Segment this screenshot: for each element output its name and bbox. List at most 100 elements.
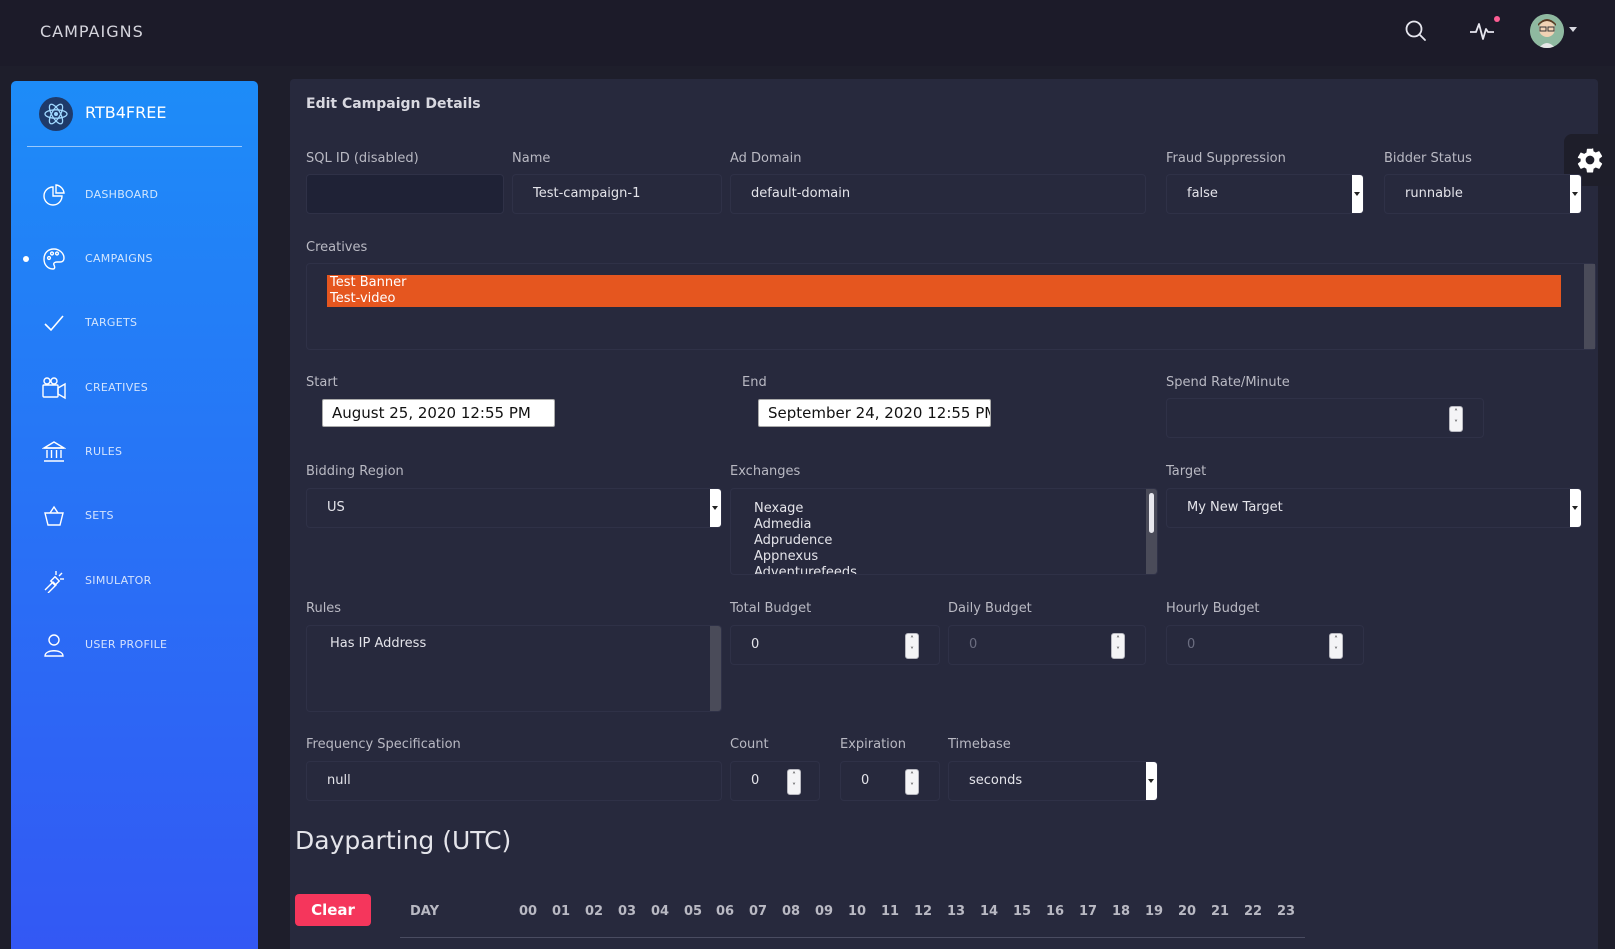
target-select[interactable]: My New Target xyxy=(1166,488,1582,528)
sidebar-item-label: RULES xyxy=(85,445,123,458)
expiration-input[interactable]: 0 ˄ ˅ xyxy=(840,761,940,801)
exchanges-multiselect[interactable]: Nexage Admedia Adprudence Appnexus Adven… xyxy=(730,488,1158,575)
bidding-region-value: US xyxy=(327,500,345,515)
hourly-budget-input[interactable]: 0 ˄ ˅ xyxy=(1166,625,1364,665)
hour-header: 11 xyxy=(881,904,900,919)
chevron-down-icon xyxy=(1146,762,1157,800)
palette-icon xyxy=(41,246,67,272)
sidebar-brand: RTB4FREE xyxy=(85,103,167,122)
exchange-option[interactable]: Appnexus xyxy=(754,549,1157,565)
hour-header: 04 xyxy=(651,904,670,919)
sidebar-item-targets[interactable]: TARGETS xyxy=(11,303,258,343)
clear-button[interactable]: Clear xyxy=(295,894,371,926)
name-field[interactable]: Test-campaign-1 xyxy=(512,174,722,214)
rules-multiselect[interactable]: Has IP Address xyxy=(306,625,722,712)
number-stepper[interactable]: ˄ ˅ xyxy=(905,769,919,795)
sql-id-field xyxy=(306,174,504,214)
chevron-down-icon[interactable] xyxy=(1569,27,1577,32)
daily-budget-placeholder: 0 xyxy=(969,637,978,652)
ad-domain-field[interactable]: default-domain xyxy=(730,174,1146,214)
exchange-option[interactable]: Admedia xyxy=(754,517,1157,533)
basket-icon xyxy=(41,503,67,529)
hour-header: 15 xyxy=(1013,904,1032,919)
pie-chart-icon xyxy=(41,182,67,208)
rule-option[interactable]: Has IP Address xyxy=(330,636,721,652)
fraud-suppression-label: Fraud Suppression xyxy=(1166,151,1286,166)
frequency-input[interactable]: null xyxy=(306,761,722,801)
hour-header: 05 xyxy=(684,904,703,919)
scrollbar[interactable] xyxy=(1584,264,1595,349)
sidebar-item-sets[interactable]: SETS xyxy=(11,496,258,536)
bidder-status-select[interactable]: runnable xyxy=(1384,174,1582,214)
total-budget-value: 0 xyxy=(751,637,760,652)
sidebar-item-rules[interactable]: RULES xyxy=(11,432,258,472)
hour-header: 09 xyxy=(815,904,834,919)
number-stepper[interactable]: ˄ ˅ xyxy=(1449,406,1463,432)
hour-header: 07 xyxy=(749,904,768,919)
count-input[interactable]: 0 ˄ ˅ xyxy=(730,761,820,801)
hour-header: 18 xyxy=(1112,904,1131,919)
timebase-value: seconds xyxy=(969,773,1023,788)
creative-option[interactable]: Test Banner xyxy=(327,275,1561,291)
bidding-region-label: Bidding Region xyxy=(306,464,404,479)
number-stepper[interactable]: ˄ ˅ xyxy=(787,769,801,795)
sidebar-item-campaigns[interactable]: CAMPAIGNS xyxy=(11,239,258,279)
creatives-selection: Test Banner Test-video xyxy=(327,275,1561,307)
chevron-down-icon xyxy=(1352,175,1363,213)
hour-header: 20 xyxy=(1178,904,1197,919)
bidder-status-value: runnable xyxy=(1405,186,1463,201)
creatives-label: Creatives xyxy=(306,240,368,255)
hour-header: 10 xyxy=(848,904,867,919)
daily-budget-input[interactable]: 0 ˄ ˅ xyxy=(948,625,1146,665)
ad-domain-label: Ad Domain xyxy=(730,151,802,166)
exchange-option[interactable]: Adventurefeeds xyxy=(754,565,1157,574)
total-budget-input[interactable]: 0 ˄ ˅ xyxy=(730,625,940,665)
spray-icon xyxy=(41,568,67,594)
hour-header: 00 xyxy=(519,904,538,919)
sidebar-item-creatives[interactable]: CREATIVES xyxy=(11,368,258,408)
day-column-header: DAY xyxy=(410,904,440,919)
hour-header: 06 xyxy=(716,904,735,919)
card-title: Edit Campaign Details xyxy=(306,96,481,112)
creatives-multiselect[interactable]: Test Banner Test-video xyxy=(306,263,1596,350)
top-navbar: CAMPAIGNS xyxy=(0,0,1615,66)
react-logo-icon xyxy=(39,97,73,131)
number-stepper[interactable]: ˄ ˅ xyxy=(905,633,919,659)
active-indicator xyxy=(23,256,29,262)
number-stepper[interactable]: ˄ ˅ xyxy=(1329,633,1343,659)
hour-header: 17 xyxy=(1079,904,1098,919)
frequency-label: Frequency Specification xyxy=(306,737,461,752)
spend-rate-input[interactable]: ˄ ˅ xyxy=(1166,398,1484,438)
hourly-budget-placeholder: 0 xyxy=(1187,637,1196,652)
avatar[interactable] xyxy=(1530,14,1564,48)
fraud-suppression-select[interactable]: false xyxy=(1166,174,1364,214)
hour-header: 23 xyxy=(1277,904,1296,919)
bidding-region-select[interactable]: US xyxy=(306,488,722,528)
exchange-option[interactable]: Adprudence xyxy=(754,533,1157,549)
dayparting-title: Dayparting (UTC) xyxy=(295,826,512,855)
hour-header: 22 xyxy=(1244,904,1263,919)
end-date-input[interactable]: September 24, 2020 12:55 PM xyxy=(758,399,991,427)
timebase-select[interactable]: seconds xyxy=(948,761,1158,801)
expiration-value: 0 xyxy=(861,773,870,788)
rules-label: Rules xyxy=(306,601,342,616)
creative-option[interactable]: Test-video xyxy=(327,291,1561,307)
user-icon xyxy=(41,632,67,658)
total-budget-label: Total Budget xyxy=(730,601,812,616)
number-stepper[interactable]: ˄ ˅ xyxy=(1111,633,1125,659)
sidebar-item-simulator[interactable]: SIMULATOR xyxy=(11,561,258,601)
sidebar-item-label: TARGETS xyxy=(85,316,138,329)
hour-header: 02 xyxy=(585,904,604,919)
hour-header: 12 xyxy=(914,904,933,919)
sidebar-item-user-profile[interactable]: USER PROFILE xyxy=(11,625,258,665)
sidebar-logo[interactable]: RTB4FREE xyxy=(27,81,242,147)
sidebar-item-label: SIMULATOR xyxy=(85,574,152,587)
start-date-input[interactable]: August 25, 2020 12:55 PM xyxy=(322,399,555,427)
exchange-option[interactable]: Nexage xyxy=(754,501,1157,517)
scrollbar[interactable] xyxy=(710,626,721,711)
sidebar-item-label: CAMPAIGNS xyxy=(85,252,153,265)
scrollbar[interactable] xyxy=(1146,489,1157,574)
search-icon[interactable] xyxy=(1399,14,1433,48)
count-value: 0 xyxy=(751,773,760,788)
sidebar-item-dashboard[interactable]: DASHBOARD xyxy=(11,175,258,215)
